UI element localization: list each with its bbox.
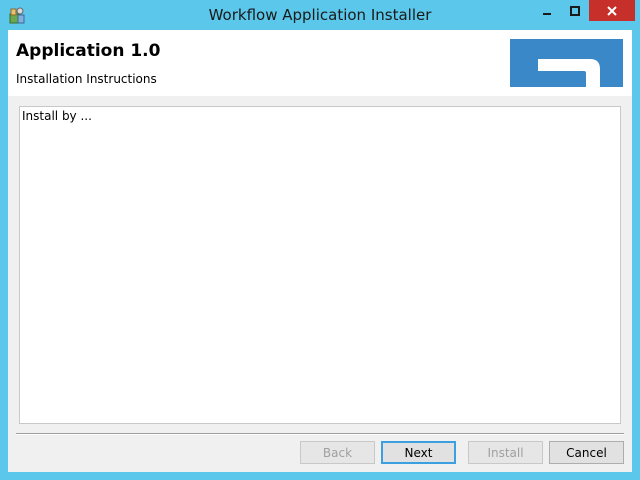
title-bar[interactable]: Workflow Application Installer: [0, 0, 640, 30]
maximize-icon: [569, 5, 580, 16]
back-button[interactable]: Back: [300, 441, 375, 464]
installation-subtitle: Installation Instructions: [16, 72, 157, 86]
close-icon: [607, 5, 617, 16]
installer-content: Application 1.0 Installation Instruction…: [8, 30, 632, 472]
next-button[interactable]: Next: [381, 441, 456, 464]
cancel-button[interactable]: Cancel: [549, 441, 624, 464]
close-button[interactable]: [589, 0, 635, 21]
minimize-button[interactable]: [533, 0, 560, 21]
installer-window: Workflow Application Installer Applicati…: [0, 0, 640, 480]
instructions-textbox[interactable]: Install by ...: [19, 106, 621, 424]
minimize-icon: [542, 12, 551, 15]
maximize-button[interactable]: [561, 0, 588, 21]
button-separator: [16, 433, 624, 435]
install-button[interactable]: Install: [468, 441, 543, 464]
application-title: Application 1.0: [16, 41, 161, 61]
installer-header: Application 1.0 Installation Instruction…: [8, 30, 632, 96]
brand-logo: [510, 39, 623, 87]
instructions-text: Install by ...: [22, 109, 92, 123]
